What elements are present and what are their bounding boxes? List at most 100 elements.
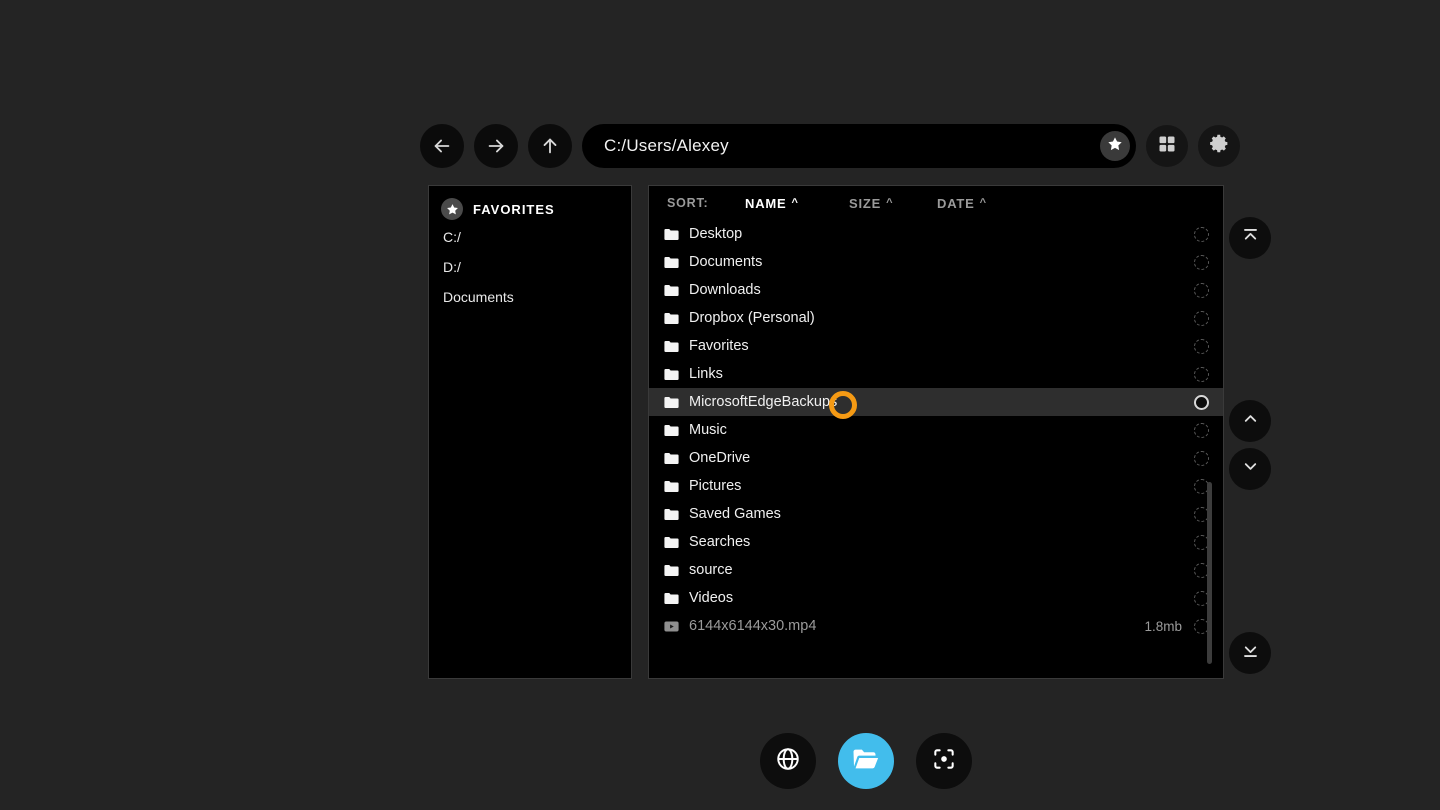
file-row[interactable]: Dropbox (Personal) — [649, 304, 1223, 332]
sort-by-name-label: NAME — [745, 196, 786, 211]
folder-icon — [663, 506, 689, 523]
scroll-to-top-button[interactable] — [1229, 217, 1271, 259]
file-row[interactable]: Favorites — [649, 332, 1223, 360]
file-select-checkbox[interactable] — [1194, 227, 1209, 242]
file-name: Videos — [689, 590, 1182, 606]
web-button[interactable] — [760, 733, 816, 789]
forward-button[interactable] — [474, 124, 518, 168]
file-row[interactable]: 6144x6144x30.mp41.8mb — [649, 612, 1223, 640]
file-select-checkbox[interactable] — [1194, 255, 1209, 270]
file-row[interactable]: Links — [649, 360, 1223, 388]
file-select-checkbox[interactable] — [1194, 423, 1209, 438]
folder-icon — [663, 562, 689, 579]
grid-view-button[interactable] — [1146, 125, 1188, 167]
file-browser-panel: SORT: NAME ^ SIZE ^ DATE ^ Desktop Docume… — [648, 185, 1224, 679]
file-name: Music — [689, 422, 1182, 438]
file-size: 1.8mb — [1144, 619, 1182, 634]
back-button[interactable] — [420, 124, 464, 168]
file-row[interactable]: source — [649, 556, 1223, 584]
sort-header: SORT: NAME ^ SIZE ^ DATE ^ — [649, 186, 1223, 220]
sidebar-item-c-drive[interactable]: C:/ — [429, 222, 631, 252]
gear-icon — [1209, 133, 1230, 159]
folder-icon — [663, 338, 689, 355]
arrow-up-icon — [539, 135, 561, 157]
chevron-down-icon — [1241, 457, 1260, 481]
file-name: source — [689, 562, 1182, 578]
capture-button[interactable] — [916, 733, 972, 789]
sort-by-size-button[interactable]: SIZE ^ — [849, 196, 937, 211]
scroll-up-button[interactable] — [1229, 400, 1271, 442]
file-name: Pictures — [689, 478, 1182, 494]
star-icon — [441, 198, 463, 220]
file-name: 6144x6144x30.mp4 — [689, 618, 1144, 634]
file-row[interactable]: Pictures — [649, 472, 1223, 500]
folder-icon — [663, 478, 689, 495]
scroll-to-bottom-button[interactable] — [1229, 632, 1271, 674]
sort-by-date-button[interactable]: DATE ^ — [937, 196, 987, 211]
file-list: Desktop DocumentsDownloads Dropbox (Person… — [649, 220, 1223, 678]
file-name: Desktop — [689, 226, 1182, 242]
file-row[interactable]: Saved Games — [649, 500, 1223, 528]
settings-button[interactable] — [1198, 125, 1240, 167]
file-select-checkbox[interactable] — [1194, 451, 1209, 466]
file-row[interactable]: OneDrive — [649, 444, 1223, 472]
folder-icon — [663, 282, 689, 299]
folder-icon — [663, 450, 689, 467]
folder-icon — [663, 422, 689, 439]
sort-by-date-label: DATE — [937, 196, 975, 211]
folder-icon — [663, 226, 689, 243]
chevron-up-icon: ^ — [791, 198, 798, 209]
sort-label: SORT: — [667, 196, 745, 210]
folder-icon — [663, 534, 689, 551]
folder-icon — [663, 254, 689, 271]
files-button[interactable] — [838, 733, 894, 789]
focus-target-icon — [931, 746, 957, 777]
address-input[interactable]: C:/Users/Alexey — [604, 136, 1100, 156]
scroll-down-button[interactable] — [1229, 448, 1271, 490]
file-name: Dropbox (Personal) — [689, 310, 1182, 326]
file-manager-app: C:/Users/Alexey FAVORITES — [0, 0, 1440, 810]
arrow-left-icon — [431, 135, 453, 157]
up-directory-button[interactable] — [528, 124, 572, 168]
sidebar-item-label: C:/ — [443, 229, 461, 245]
chevron-up-icon: ^ — [980, 198, 987, 209]
sort-by-name-button[interactable]: NAME ^ — [745, 196, 849, 211]
sidebar-item-documents[interactable]: Documents — [429, 282, 631, 312]
file-row[interactable]: MicrosoftEdgeBackups — [649, 388, 1223, 416]
jump-to-top-icon — [1241, 226, 1260, 250]
folder-icon — [663, 366, 689, 383]
sidebar-item-label: D:/ — [443, 259, 461, 275]
file-row[interactable]: Searches — [649, 528, 1223, 556]
file-row[interactable]: Music — [649, 416, 1223, 444]
bookmark-button[interactable] — [1100, 131, 1130, 161]
favorites-header: FAVORITES — [429, 186, 631, 222]
vertical-scrollbar[interactable] — [1207, 482, 1212, 664]
file-select-checkbox[interactable] — [1194, 395, 1209, 410]
favorites-label: FAVORITES — [473, 202, 555, 217]
file-select-checkbox[interactable] — [1194, 311, 1209, 326]
file-row[interactable]: Downloads — [649, 276, 1223, 304]
sidebar-item-label: Documents — [443, 289, 514, 305]
chevron-up-icon: ^ — [886, 198, 893, 209]
globe-icon — [775, 746, 801, 777]
file-name: Searches — [689, 534, 1182, 550]
file-row[interactable]: Documents — [649, 248, 1223, 276]
jump-to-bottom-icon — [1241, 641, 1260, 665]
file-select-checkbox[interactable] — [1194, 367, 1209, 382]
file-name: Favorites — [689, 338, 1182, 354]
address-bar[interactable]: C:/Users/Alexey — [582, 124, 1136, 168]
grid-view-icon — [1157, 134, 1177, 159]
file-name: Links — [689, 366, 1182, 382]
file-row[interactable]: Desktop — [649, 220, 1223, 248]
chevron-up-icon — [1241, 409, 1260, 433]
favorites-sidebar: FAVORITES C:/ D:/ Documents — [428, 185, 632, 679]
file-name: MicrosoftEdgeBackups — [689, 394, 1182, 410]
file-row[interactable]: Videos — [649, 584, 1223, 612]
file-select-checkbox[interactable] — [1194, 283, 1209, 298]
open-folder-icon — [851, 744, 881, 779]
sort-by-size-label: SIZE — [849, 196, 881, 211]
folder-icon — [663, 590, 689, 607]
file-select-checkbox[interactable] — [1194, 339, 1209, 354]
sidebar-item-d-drive[interactable]: D:/ — [429, 252, 631, 282]
folder-icon — [663, 394, 689, 411]
